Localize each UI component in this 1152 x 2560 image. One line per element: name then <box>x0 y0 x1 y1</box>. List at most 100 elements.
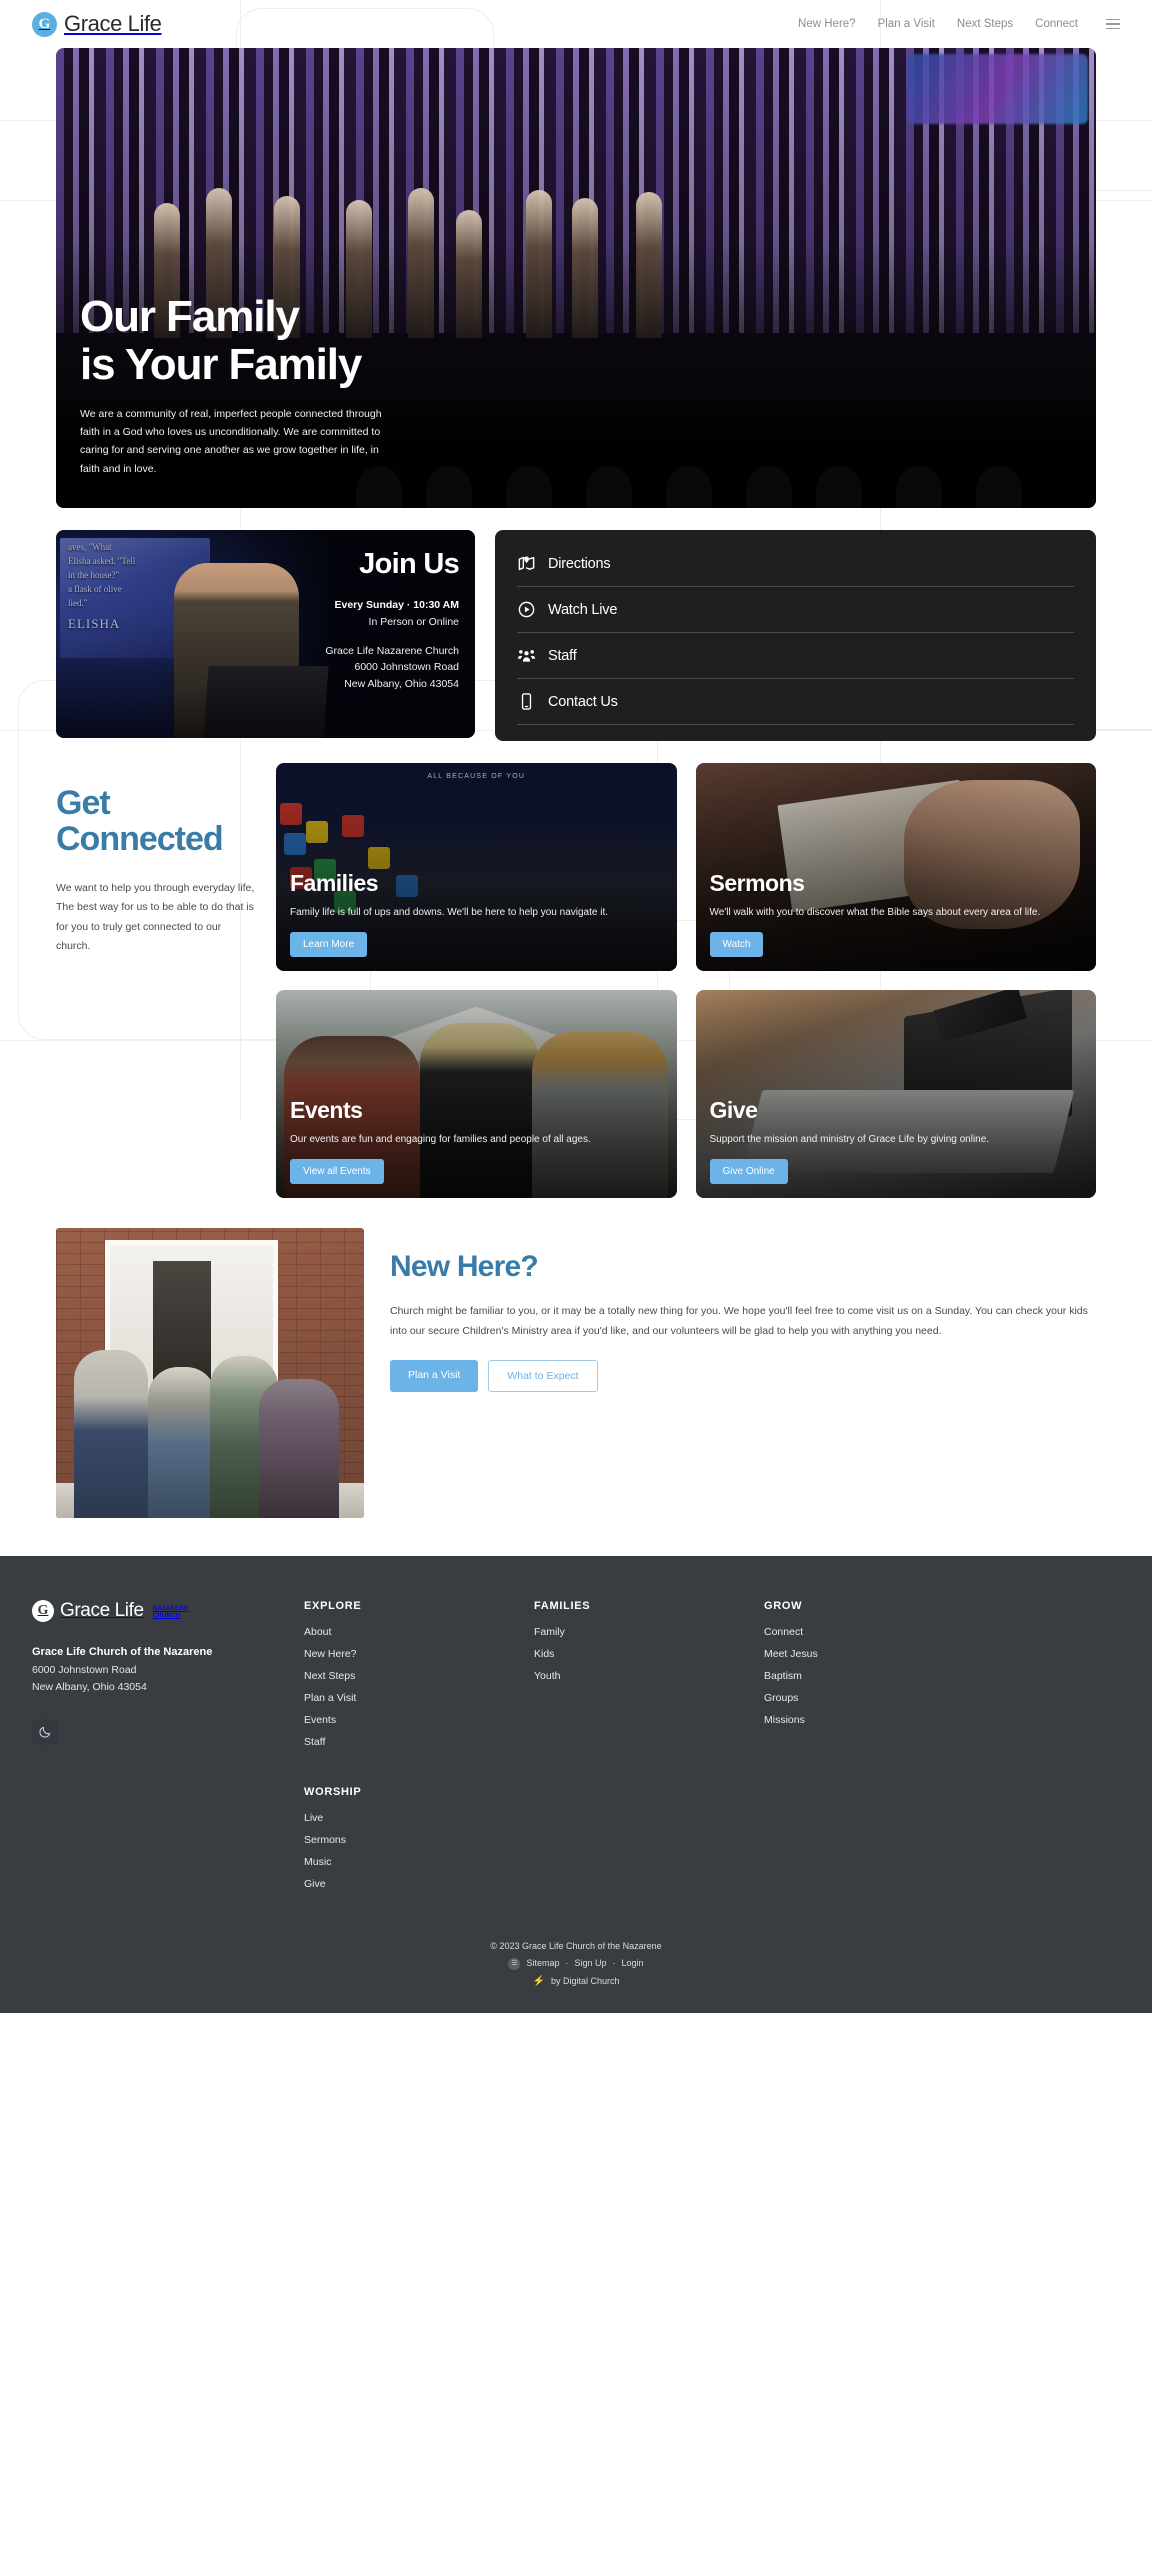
hero-paragraph: We are a community of real, imperfect pe… <box>80 407 382 475</box>
nav-item-plan-a-visit[interactable]: Plan a Visit <box>878 18 935 30</box>
quick-link-label: Contact Us <box>548 693 618 710</box>
join-us-church-name: Grace Life Nazarene Church <box>325 644 459 657</box>
people-group-icon <box>517 646 536 665</box>
primary-nav: New Here? Plan a Visit Next Steps Connec… <box>798 18 1120 30</box>
footer-column-explore: EXPLORE About New Here? Next Steps Plan … <box>304 1600 534 1758</box>
footer-brand-name: Grace Life <box>60 1600 144 1621</box>
brand-mark-icon: G <box>32 11 57 37</box>
join-us-heading: Join Us <box>359 548 460 580</box>
footer-street: 6000 Johnstown Road <box>32 1664 137 1676</box>
footer-bottom: © 2023 Grace Life Church of the Nazarene… <box>32 1900 1120 2013</box>
hero-title: Our Family is Your Family <box>80 293 1056 388</box>
get-connected-paragraph: We want to help you through everyday lif… <box>56 882 255 953</box>
lightning-bolt-icon: ⚡ <box>532 1976 545 1988</box>
promo-card-give[interactable]: Give Support the mission and ministry of… <box>695 990 1096 1198</box>
quick-link-staff[interactable]: Staff <box>517 646 1074 679</box>
join-us-street: 6000 Johnstown Road <box>354 661 460 674</box>
new-here-paragraph: Church might be familiar to you, or it m… <box>390 1305 1088 1337</box>
promo-card-sermons[interactable]: Sermons We'll walk with you to discover … <box>695 763 1096 971</box>
footer-column-grow: GROW Connect Meet Jesus Baptism Groups M… <box>764 1600 964 1758</box>
footer-city: New Albany, Ohio 43054 <box>32 1681 147 1694</box>
footer-link-staff[interactable]: Staff <box>304 1736 534 1748</box>
quick-link-directions[interactable]: Directions <box>517 554 1074 587</box>
hamburger-icon[interactable] <box>1106 18 1120 30</box>
footer-link-give[interactable]: Give <box>304 1878 1120 1890</box>
footer-column-heading: EXPLORE <box>304 1600 362 1612</box>
get-connected-heading-line-1: Get <box>56 784 111 822</box>
play-circle-icon <box>517 600 536 619</box>
join-us-details: Join Us Every Sunday · 10:30 AM In Perso… <box>325 548 459 693</box>
events-view-all-button[interactable]: View all Events <box>290 1159 384 1184</box>
mobile-phone-icon <box>517 692 536 711</box>
give-online-button[interactable]: Give Online <box>709 1159 788 1184</box>
greeter-figure <box>259 1378 340 1518</box>
promo-card-events[interactable]: Events Our events are fun and engaging f… <box>276 990 677 1198</box>
brand-logo[interactable]: G Grace Life <box>32 11 162 37</box>
families-learn-more-button[interactable]: Learn More <box>290 932 368 957</box>
what-to-expect-button[interactable]: What to Expect <box>488 1359 598 1392</box>
moon-icon[interactable] <box>32 1718 58 1745</box>
nav-item-new-here[interactable]: New Here? <box>798 18 856 30</box>
footer-column-heading: FAMILIES <box>534 1600 591 1612</box>
footer-link-groups[interactable]: Groups <box>764 1692 964 1704</box>
footer-brand-tag-line-2: CHURCH <box>152 1612 181 1619</box>
footer-link-about[interactable]: About <box>304 1626 534 1638</box>
footer-link-new-here[interactable]: New Here? <box>304 1648 534 1660</box>
footer-brand-tagline: NAZARENE CHURCH <box>153 1606 189 1620</box>
quick-link-label: Watch Live <box>548 601 618 618</box>
promo-card-families[interactable]: ALL BECAUSE OF YOU Famil <box>276 763 677 971</box>
join-us-mode: In Person or Online <box>368 615 459 628</box>
podium <box>203 666 329 738</box>
site-footer: G Grace Life NAZARENE CHURCH Grace Life … <box>0 1556 1152 2014</box>
footer-link-youth[interactable]: Youth <box>534 1670 764 1682</box>
new-here-content: New Here? Church might be familiar to yo… <box>390 1228 1096 1392</box>
quick-links-panel: Directions Watch Live Staff Contact Us <box>495 530 1096 741</box>
footer-link-connect[interactable]: Connect <box>764 1626 964 1638</box>
footer-separator: · <box>612 1958 616 1969</box>
sermons-card-title: Sermons <box>709 869 805 896</box>
site-header: G Grace Life New Here? Plan a Visit Next… <box>0 0 1152 48</box>
quick-link-watch-live[interactable]: Watch Live <box>517 600 1074 633</box>
footer-copyright: © 2023 Grace Life Church of the Nazarene <box>490 1941 662 1951</box>
nav-item-next-steps[interactable]: Next Steps <box>957 18 1013 30</box>
hero-title-line-1: Our Family <box>80 292 300 342</box>
greeter-figure <box>148 1367 217 1518</box>
plan-a-visit-button[interactable]: Plan a Visit <box>390 1359 479 1392</box>
families-card-title: Families <box>290 869 379 896</box>
footer-separator: · <box>565 1958 569 1969</box>
footer-link-family[interactable]: Family <box>534 1626 764 1638</box>
new-here-section: New Here? Church might be familiar to yo… <box>56 1228 1096 1518</box>
brand-mark-icon: G <box>32 1600 54 1622</box>
footer-sitemap-link[interactable]: Sitemap <box>526 1955 559 1972</box>
brand-name: Grace Life <box>64 11 162 36</box>
join-us-city: New Albany, Ohio 43054 <box>344 678 459 691</box>
footer-link-baptism[interactable]: Baptism <box>764 1670 964 1682</box>
footer-link-plan-a-visit[interactable]: Plan a Visit <box>304 1692 534 1704</box>
footer-link-sermons[interactable]: Sermons <box>304 1834 1120 1846</box>
footer-login-link[interactable]: Login <box>622 1955 644 1972</box>
join-us-time: Every Sunday · 10:30 AM <box>334 599 460 611</box>
footer-link-missions[interactable]: Missions <box>764 1714 964 1726</box>
footer-link-events[interactable]: Events <box>304 1714 534 1726</box>
footer-logo[interactable]: G Grace Life NAZARENE CHURCH <box>32 1600 304 1622</box>
quick-link-contact-us[interactable]: Contact Us <box>517 692 1074 725</box>
promo-card-grid: ALL BECAUSE OF YOU Famil <box>276 763 1096 1198</box>
nav-item-connect[interactable]: Connect <box>1035 18 1078 30</box>
footer-column-worship: WORSHIP Live Sermons Music Give <box>304 1786 1120 1890</box>
give-card-title: Give <box>709 1096 758 1123</box>
join-us-card: aves, "What Elisha asked. "Tell in the h… <box>56 530 475 738</box>
sermons-watch-button[interactable]: Watch <box>709 932 764 957</box>
give-card-text: Support the mission and ministry of Grac… <box>709 1133 990 1145</box>
footer-signup-link[interactable]: Sign Up <box>574 1955 606 1972</box>
footer-church-name: Grace Life Church of the Nazarene <box>32 1646 213 1658</box>
get-connected-intro: Get Connected We want to help you throug… <box>56 763 256 957</box>
quick-link-label: Staff <box>548 647 577 664</box>
footer-link-live[interactable]: Live <box>304 1812 1120 1824</box>
footer-column-heading: WORSHIP <box>304 1786 362 1798</box>
footer-link-next-steps[interactable]: Next Steps <box>304 1670 534 1682</box>
footer-link-kids[interactable]: Kids <box>534 1648 764 1660</box>
footer-link-music[interactable]: Music <box>304 1856 1120 1868</box>
footer-link-meet-jesus[interactable]: Meet Jesus <box>764 1648 964 1660</box>
footer-column-heading: GROW <box>764 1600 803 1612</box>
new-here-image <box>56 1228 364 1518</box>
